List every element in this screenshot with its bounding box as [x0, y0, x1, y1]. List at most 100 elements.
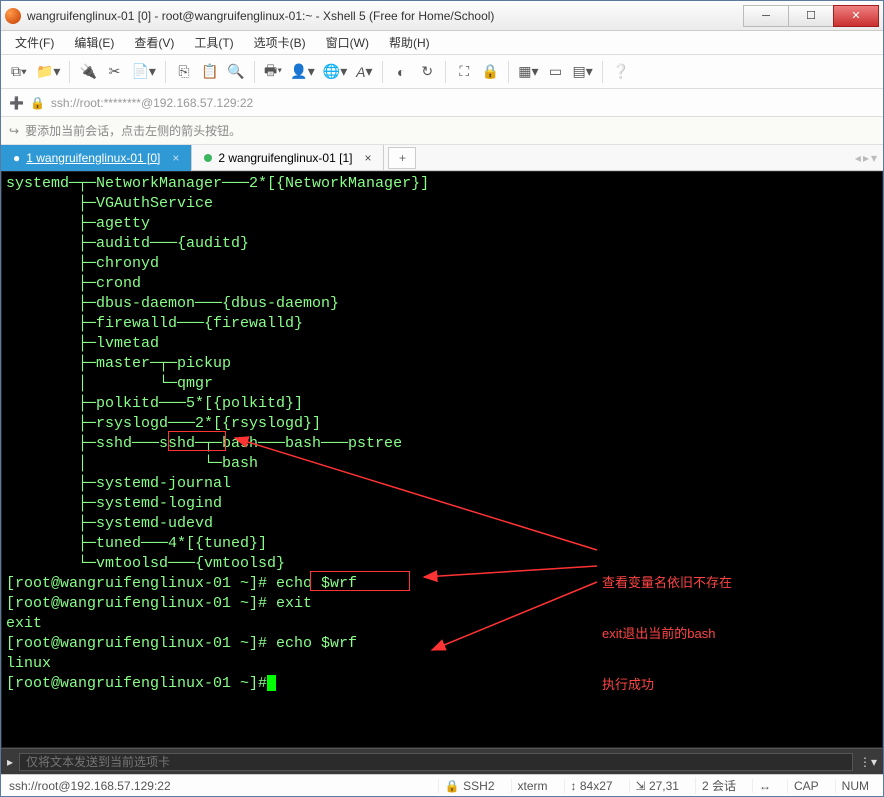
annotation-line: 执行成功	[602, 676, 732, 693]
print-icon[interactable]: 🖶▾	[261, 60, 285, 84]
terminal-line: ├─sshd───sshd─┬─bash───bash───pstree	[6, 434, 878, 454]
hint-arrow-icon[interactable]: ↪	[9, 124, 19, 138]
terminal-line: ├─lvmetad	[6, 334, 878, 354]
status-path: ssh://root@192.168.57.129:22	[9, 779, 171, 793]
terminal-line: │ └─bash	[6, 454, 878, 474]
tab-next-icon[interactable]: ▸	[863, 151, 869, 165]
terminal-line: │ └─qmgr	[6, 374, 878, 394]
status-pos: ⇲ 27,31	[629, 779, 685, 793]
send-toggle-icon[interactable]: ▸	[7, 755, 13, 769]
lock-small-icon: 🔒	[30, 96, 45, 110]
add-arrow-icon[interactable]: ➕	[9, 96, 24, 110]
copy-icon[interactable]: ⎘	[172, 60, 196, 84]
terminal-line: ├─crond	[6, 274, 878, 294]
reconnect-icon[interactable]: 🔌	[76, 60, 100, 84]
status-term: xterm	[511, 779, 554, 793]
globe-icon[interactable]: 🌐▾	[320, 60, 350, 84]
status-sessions: 2 会话	[695, 777, 742, 794]
tab-prev-icon[interactable]: ◂	[855, 151, 861, 165]
terminal-line: ├─agetty	[6, 214, 878, 234]
titlebar: wangruifenglinux-01 [0] - root@wangruife…	[1, 1, 883, 31]
annotation-line: 查看变量名依旧不存在	[602, 574, 732, 591]
status-size: ↕ 84x27	[564, 779, 619, 793]
window-title: wangruifenglinux-01 [0] - root@wangruife…	[27, 9, 744, 23]
terminal-line: [root@wangruifenglinux-01 ~]# exit	[6, 594, 878, 614]
terminal-line: [root@wangruifenglinux-01 ~]# echo $wrf	[6, 574, 878, 594]
menu-window[interactable]: 窗口(W)	[318, 32, 377, 53]
terminal-line: exit	[6, 614, 878, 634]
terminal-line: ├─systemd-journal	[6, 474, 878, 494]
tab-nav: ◂ ▸ ▾	[849, 151, 883, 165]
user-icon[interactable]: 👤▾	[287, 60, 317, 84]
layout-icon[interactable]: ▦▾	[515, 60, 541, 84]
tab-close-icon[interactable]: ×	[172, 151, 179, 165]
send-input[interactable]	[19, 753, 853, 771]
terminal-line: ├─tuned───4*[{tuned}]	[6, 534, 878, 554]
status-ssh: 🔒 SSH2	[438, 779, 501, 793]
paste-icon[interactable]: 📋	[198, 60, 222, 84]
annotation-line: exit退出当前的bash	[602, 625, 732, 642]
menu-help[interactable]: 帮助(H)	[381, 32, 438, 53]
terminal-line: systemd─┬─NetworkManager───2*[{NetworkMa…	[6, 174, 878, 194]
terminal-line: ├─VGAuthService	[6, 194, 878, 214]
hint-text: 要添加当前会话，点击左侧的箭头按钮。	[25, 122, 241, 139]
menu-view[interactable]: 查看(V)	[126, 32, 182, 53]
status-mode: ↔	[752, 779, 777, 793]
terminal-line: ├─auditd───{auditd}	[6, 234, 878, 254]
terminal-line: ├─dbus-daemon───{dbus-daemon}	[6, 294, 878, 314]
properties-icon[interactable]: 📄▾	[128, 60, 158, 84]
tab-close-icon[interactable]: ×	[364, 151, 371, 165]
session-tab-2[interactable]: 2 wangruifenglinux-01 [1] ×	[192, 145, 384, 171]
send-menu-icon[interactable]: ⋮▾	[859, 755, 877, 769]
terminal-line: [root@wangruifenglinux-01 ~]# echo $wrf	[6, 634, 878, 654]
open-folder-icon[interactable]: 📁▾	[33, 60, 63, 84]
menubar: 文件(F) 编辑(E) 查看(V) 工具(T) 选项卡(B) 窗口(W) 帮助(…	[1, 31, 883, 55]
cascade-icon[interactable]: ▤▾	[570, 60, 596, 84]
script-icon[interactable]: ◐	[389, 60, 413, 84]
refresh-icon[interactable]: ↻	[415, 60, 439, 84]
close-button[interactable]: ✕	[833, 5, 879, 27]
status-cap: CAP	[787, 779, 825, 793]
tabs-bar: ● 1 wangruifenglinux-01 [0] × 2 wangruif…	[1, 145, 883, 171]
tab-label: 2 wangruifenglinux-01 [1]	[218, 151, 352, 165]
menu-tab[interactable]: 选项卡(B)	[246, 32, 314, 53]
help-icon[interactable]: ❔	[609, 60, 633, 84]
menu-file[interactable]: 文件(F)	[7, 32, 62, 53]
terminal-line: ├─firewalld───{firewalld}	[6, 314, 878, 334]
status-bar: ssh://root@192.168.57.129:22 🔒 SSH2 xter…	[1, 774, 883, 796]
tile-icon[interactable]: ▭	[544, 60, 568, 84]
lock-icon[interactable]: 🔒	[478, 60, 502, 84]
address-text[interactable]: ssh://root:********@192.168.57.129:22	[51, 96, 253, 110]
session-tab-1[interactable]: ● 1 wangruifenglinux-01 [0] ×	[1, 145, 192, 171]
disconnect-icon[interactable]: ✂	[102, 60, 126, 84]
maximize-button[interactable]: ☐	[788, 5, 834, 27]
toolbar: ⧉▾ 📁▾ 🔌 ✂ 📄▾ ⎘ 📋 🔍 🖶▾ 👤▾ 🌐▾ A▾ ◐ ↻ ⛶ 🔒 ▦…	[1, 55, 883, 89]
add-tab-button[interactable]: +	[388, 147, 416, 169]
terminal-line: ├─systemd-udevd	[6, 514, 878, 534]
status-num: NUM	[835, 779, 875, 793]
terminal-line: ├─master─┬─pickup	[6, 354, 878, 374]
new-session-icon[interactable]: ⧉▾	[7, 60, 31, 84]
terminal-line: └─vmtoolsd───{vmtoolsd}	[6, 554, 878, 574]
terminal-line: ├─rsyslogd───2*[{rsyslogd}]	[6, 414, 878, 434]
find-icon[interactable]: 🔍	[224, 60, 248, 84]
app-icon	[5, 8, 21, 24]
hint-bar: ↪ 要添加当前会话，点击左侧的箭头按钮。	[1, 117, 883, 145]
terminal[interactable]: systemd─┬─NetworkManager───2*[{NetworkMa…	[1, 171, 883, 748]
minimize-button[interactable]: ─	[743, 5, 789, 27]
terminal-line: ├─chronyd	[6, 254, 878, 274]
tab-menu-icon[interactable]: ▾	[871, 151, 877, 165]
tab-label: 1 wangruifenglinux-01 [0]	[26, 151, 160, 165]
menu-edit[interactable]: 编辑(E)	[66, 32, 122, 53]
terminal-line: linux	[6, 654, 878, 674]
address-bar: ➕ 🔒 ssh://root:********@192.168.57.129:2…	[1, 89, 883, 117]
fullscreen-icon[interactable]: ⛶	[452, 60, 476, 84]
send-bar: ▸ ⋮▾	[1, 748, 883, 774]
font-icon[interactable]: A▾	[352, 60, 376, 84]
terminal-line: ├─systemd-logind	[6, 494, 878, 514]
terminal-line: [root@wangruifenglinux-01 ~]#	[6, 674, 878, 694]
status-dot-icon	[204, 154, 212, 162]
terminal-line: ├─polkitd───5*[{polkitd}]	[6, 394, 878, 414]
annotation: 查看变量名依旧不存在 exit退出当前的bash 执行成功	[602, 540, 732, 727]
menu-tools[interactable]: 工具(T)	[186, 32, 241, 53]
